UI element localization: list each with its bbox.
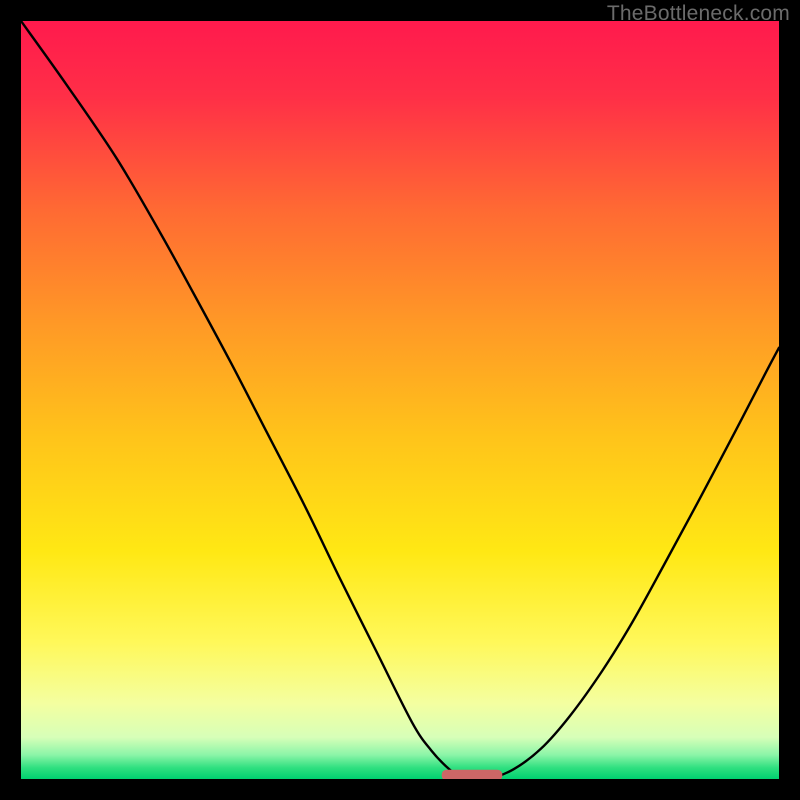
chart-background xyxy=(21,21,779,779)
optimal-marker xyxy=(442,770,503,779)
bottleneck-chart xyxy=(21,21,779,779)
chart-frame xyxy=(21,21,779,779)
watermark-text: TheBottleneck.com xyxy=(607,2,790,26)
